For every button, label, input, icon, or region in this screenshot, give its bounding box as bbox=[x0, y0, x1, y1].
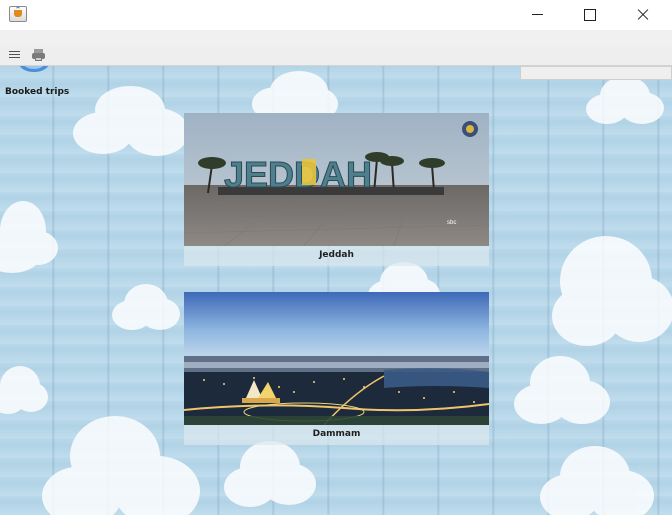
booked-trips-icon[interactable] bbox=[19, 66, 49, 72]
cloud-decoration bbox=[552, 236, 672, 346]
cloud-decoration bbox=[112, 284, 180, 330]
toolbar bbox=[0, 47, 672, 66]
trip-name-dammam: Dammam bbox=[312, 429, 361, 439]
cloud-decoration bbox=[0, 366, 48, 414]
window-title-bar bbox=[0, 0, 672, 30]
jeddah-sign-text: JEDDAH bbox=[224, 154, 372, 195]
top-right-panel bbox=[520, 66, 672, 80]
main-content: Booked trips JEDDAH sbc Jeddah Dammam bbox=[0, 66, 672, 515]
cloud-decoration bbox=[540, 446, 654, 515]
cloud-decoration bbox=[252, 71, 338, 121]
java-cup-icon bbox=[9, 6, 27, 22]
cloud-decoration bbox=[42, 416, 200, 515]
trip-card-jeddah[interactable]: JEDDAH sbc Jeddah bbox=[184, 113, 489, 266]
cloud-decoration bbox=[514, 356, 610, 424]
jeddah-photo: JEDDAH sbc bbox=[184, 113, 489, 246]
menu-bar bbox=[0, 30, 672, 47]
cloud-decoration bbox=[73, 86, 189, 156]
booked-trips-label[interactable]: Booked trips bbox=[5, 87, 69, 97]
printer-icon[interactable] bbox=[32, 49, 45, 61]
cloud-decoration bbox=[224, 441, 316, 507]
watermark-text: sbc bbox=[447, 220, 456, 226]
cloud-decoration bbox=[586, 76, 664, 124]
list-icon[interactable] bbox=[9, 51, 20, 60]
minimize-button[interactable] bbox=[514, 0, 560, 30]
dammam-photo bbox=[184, 292, 489, 425]
trip-name-jeddah: Jeddah bbox=[319, 250, 354, 260]
close-button[interactable] bbox=[620, 0, 666, 30]
cloud-decoration bbox=[0, 201, 58, 273]
maximize-button[interactable] bbox=[567, 0, 613, 30]
trip-card-dammam[interactable]: Dammam bbox=[184, 292, 489, 445]
